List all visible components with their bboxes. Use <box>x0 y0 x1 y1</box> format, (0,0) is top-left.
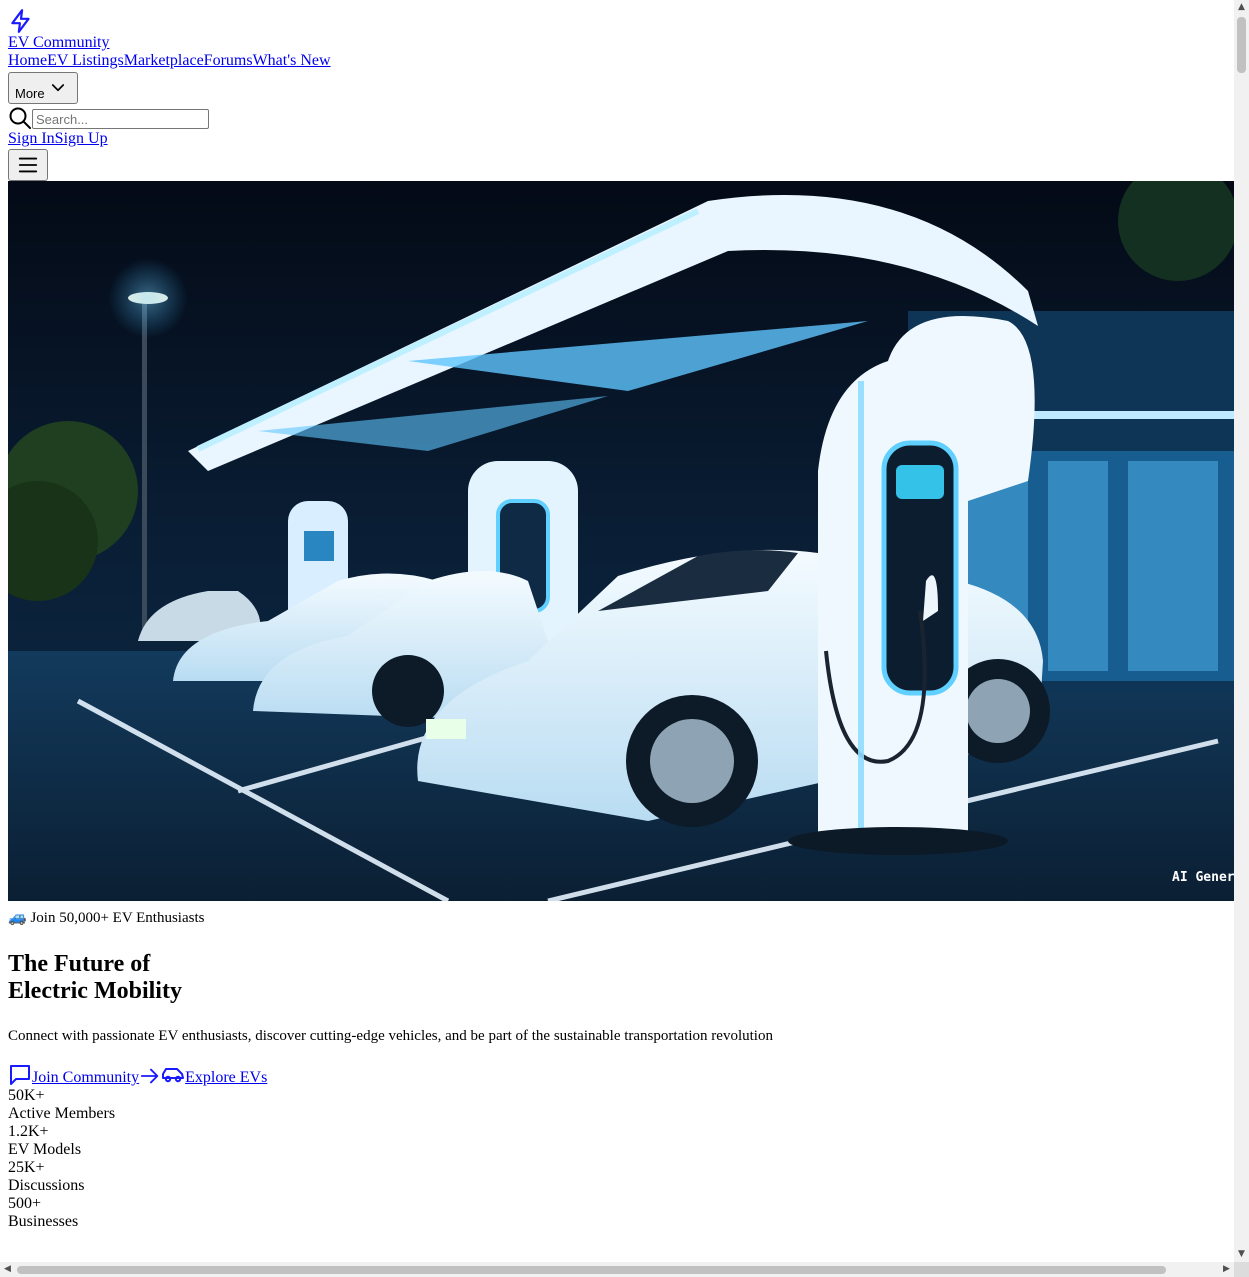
scroll-right-arrow[interactable]: ▶ <box>1219 1262 1234 1277</box>
vertical-scrollbar[interactable]: ▲ ▼ <box>1234 0 1249 1262</box>
nav-forums-link[interactable]: Forums <box>204 52 253 69</box>
stat-label-discussions: Discussions <box>8 1177 85 1194</box>
vertical-scroll-thumb[interactable] <box>1237 17 1246 73</box>
hero-section: AI Generated 🚙 Join 50,000+ EV Enthusias… <box>8 181 1234 1231</box>
main-nav: HomeEV ListingsMarketplaceForumsWhat's N… <box>8 52 1234 70</box>
hero-scene-illustration <box>8 181 1234 901</box>
lightning-bolt-icon <box>11 9 30 33</box>
auth-links: Sign InSign Up <box>8 130 1234 149</box>
hamburger-menu-icon <box>18 157 38 173</box>
nav-home-link[interactable]: Home <box>8 52 47 69</box>
more-menu-button[interactable]: More <box>8 72 78 104</box>
arrow-right-icon <box>140 1068 159 1084</box>
stats-list: 50K+ Active Members 1.2K+ EV Models 25K+… <box>8 1087 1234 1231</box>
stat-label-members: Active Members <box>8 1105 116 1122</box>
explore-evs-button[interactable]: Explore EVs <box>185 1069 267 1087</box>
horizontal-scrollbar[interactable]: ◀ ▶ <box>0 1262 1234 1277</box>
sign-in-link[interactable]: Sign In <box>8 130 55 147</box>
ai-generated-label: AI Generated <box>1172 870 1234 885</box>
more-menu-label: More <box>15 85 45 101</box>
hero-image: AI Generated <box>8 181 1234 901</box>
sign-up-link[interactable]: Sign Up <box>55 130 108 147</box>
scroll-left-arrow[interactable]: ◀ <box>0 1262 15 1277</box>
car-icon <box>162 1068 185 1083</box>
nav-whats-new-link[interactable]: What's New <box>253 52 331 69</box>
hero-title-line-1: The Future of <box>8 951 151 977</box>
chat-bubble-icon <box>10 1065 30 1085</box>
brand-link[interactable]: EV Community <box>8 34 1234 52</box>
community-badge: 🚙 Join 50,000+ EV Enthusiasts <box>8 909 1234 927</box>
search-input[interactable] <box>32 109 209 129</box>
search-icon <box>9 107 31 129</box>
search-bar <box>8 104 1234 130</box>
site-header: EV Community HomeEV ListingsMarketplaceF… <box>8 8 1234 181</box>
hero-description: Connect with passionate EV enthusiasts, … <box>8 1028 773 1044</box>
nav-ev-listings-link[interactable]: EV Listings <box>47 52 124 69</box>
stat-value-discussions: 25K+ <box>8 1159 45 1176</box>
stat-label-businesses: Businesses <box>8 1213 79 1230</box>
hero-title-line-2: Electric Mobility <box>8 978 182 1004</box>
horizontal-scroll-thumb[interactable] <box>17 1266 1166 1274</box>
chevron-down-icon <box>51 84 64 92</box>
page: EV Community HomeEV ListingsMarketplaceF… <box>8 8 1234 1231</box>
mobile-menu-button[interactable] <box>8 149 48 181</box>
suv-car-emoji-icon: 🚙 <box>8 910 27 926</box>
stat-value-models: 1.2K+ <box>8 1123 49 1140</box>
join-community-button[interactable]: Join Community <box>32 1069 139 1087</box>
scroll-up-arrow[interactable]: ▲ <box>1234 0 1249 15</box>
stat-label-models: EV Models <box>8 1141 82 1158</box>
scroll-down-arrow[interactable]: ▼ <box>1234 1247 1249 1262</box>
badge-text: Join 50,000+ EV Enthusiasts <box>30 910 205 926</box>
hero-cta-group: Join Community Explore EVs <box>8 1061 1234 1087</box>
scrollbar-corner <box>1234 1262 1249 1277</box>
hero-title: The Future of Electric Mobility <box>8 951 1234 1005</box>
nav-marketplace-link[interactable]: Marketplace <box>124 52 204 69</box>
stat-value-businesses: 500+ <box>8 1195 42 1212</box>
stat-value-members: 50K+ <box>8 1087 45 1104</box>
